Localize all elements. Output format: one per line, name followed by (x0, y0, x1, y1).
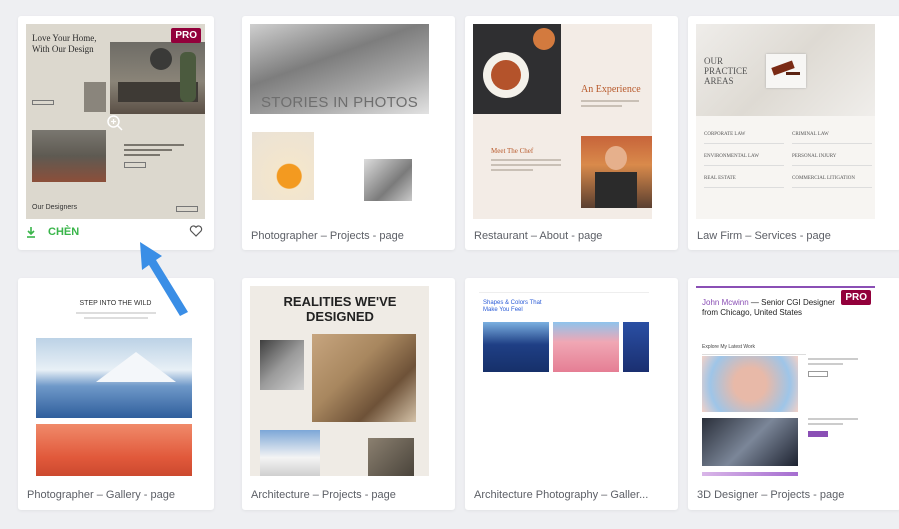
thumb-title: An Experience (581, 84, 641, 95)
service-item: PERSONAL INJURY (792, 154, 872, 166)
template-label: Law Firm – Services - page (697, 230, 831, 242)
template-card-architecture-photography[interactable]: Shapes & Colors That Make You Feel Archi… (465, 278, 678, 510)
thumb-text-lines (581, 100, 639, 107)
thumb-building-image (260, 430, 320, 476)
thumb-sofa-image (32, 130, 106, 182)
pointer-arrow-icon (140, 242, 188, 316)
thumb-text-lines (491, 159, 561, 171)
template-card-architecture-projects[interactable]: REALITIES WE'VE DESIGNED Architecture – … (242, 278, 455, 510)
download-icon (27, 226, 35, 238)
template-label: 3D Designer – Projects - page (697, 489, 845, 501)
thumb-small-button (32, 100, 54, 105)
template-thumbnail[interactable]: Shapes & Colors That Make You Feel (473, 286, 652, 476)
thumb-orange-image (252, 132, 314, 200)
template-label: Architecture – Projects - page (251, 489, 396, 501)
thumb-building-image (312, 334, 416, 422)
service-item: CRIMINAL LAW (792, 132, 872, 144)
template-label: Architecture Photography – Galler... (474, 489, 649, 501)
template-card-photographer-projects[interactable]: STORIES IN PHOTOS Photographer – Project… (242, 16, 455, 250)
service-item: CORPORATE LAW (704, 132, 784, 144)
template-card-law-firm-services[interactable]: OUR PRACTICE AREAS CORPORATE LAW CRIMINA… (688, 16, 899, 250)
thumb-text-lines (808, 418, 858, 437)
template-label: Restaurant – About - page (474, 230, 603, 242)
thumb-text-lines (808, 358, 858, 377)
service-item: REAL ESTATE (704, 176, 784, 188)
thumb-footer-text: Our Designers (32, 204, 78, 211)
service-item: ENVIRONMENTAL LAW (704, 154, 784, 166)
thumb-building-image (260, 340, 304, 390)
template-label: Photographer – Projects - page (251, 230, 404, 242)
thumb-services-grid: CORPORATE LAW CRIMINAL LAW ENVIRONMENTAL… (704, 132, 872, 188)
template-thumbnail[interactable]: OUR PRACTICE AREAS CORPORATE LAW CRIMINA… (696, 24, 875, 219)
thumb-render-image (702, 472, 798, 476)
thumb-title: Love Your Home, With Our Design (32, 33, 97, 54)
thumb-gavel-image (766, 54, 806, 88)
insert-button[interactable]: CHÈN (26, 221, 79, 243)
thumb-top-border (696, 286, 875, 288)
template-card-interior[interactable]: Love Your Home, With Our Design Our Desi… (18, 16, 214, 250)
thumb-render-image (702, 356, 798, 412)
thumb-sunset-image (36, 424, 192, 476)
template-thumbnail[interactable]: John Mcwinn — Senior CGI Designer from C… (696, 286, 875, 476)
zoom-icon[interactable] (106, 114, 124, 132)
template-card-restaurant-about[interactable]: An Experience Meet The Chef Restaurant –… (465, 16, 678, 250)
thumb-building-image (368, 438, 414, 476)
template-thumbnail[interactable]: REALITIES WE'VE DESIGNED (250, 286, 429, 476)
thumb-designer-name: John Mcwinn (702, 298, 749, 307)
thumb-title: OUR PRACTICE AREAS (704, 56, 748, 86)
template-thumbnail[interactable]: Love Your Home, With Our Design Our Desi… (26, 24, 205, 219)
thumb-nav-bar (479, 290, 649, 293)
thumb-room-image (110, 42, 205, 114)
thumb-footer-button (176, 206, 198, 212)
thumb-title: Shapes & Colors That Make You Feel (483, 300, 542, 313)
thumb-food-image (473, 24, 561, 114)
thumb-chair-image (84, 82, 106, 112)
thumb-pink-building-image (553, 322, 619, 372)
thumb-chef-image (581, 136, 652, 208)
service-item: COMMERCIAL LITIGATION (792, 176, 872, 188)
template-thumbnail[interactable]: An Experience Meet The Chef (473, 24, 652, 219)
thumb-mountain-image (36, 338, 192, 418)
pro-badge: PRO (171, 28, 201, 43)
thumb-subtitle: Explore My Latest Work (702, 344, 806, 355)
thumb-subtitle: Meet The Chef (491, 147, 534, 155)
pro-badge: PRO (841, 290, 871, 305)
template-card-3d-designer[interactable]: John Mcwinn — Senior CGI Designer from C… (688, 278, 899, 510)
template-label: Photographer – Gallery - page (27, 489, 175, 501)
template-thumbnail[interactable]: STORIES IN PHOTOS (250, 24, 429, 219)
favorite-heart-icon[interactable] (189, 224, 203, 238)
thumb-title: REALITIES WE'VE DESIGNED (283, 294, 397, 324)
thumb-title: STORIES IN PHOTOS (260, 94, 419, 111)
thumb-text-lines (124, 144, 184, 168)
thumb-headline: John Mcwinn — Senior CGI Designer from C… (702, 298, 842, 318)
thumb-portrait-image (364, 159, 412, 201)
insert-label: CHÈN (48, 226, 80, 238)
thumb-render-image (702, 418, 798, 466)
thumb-blue-building-image (483, 322, 549, 372)
thumb-tower-image (623, 322, 649, 372)
